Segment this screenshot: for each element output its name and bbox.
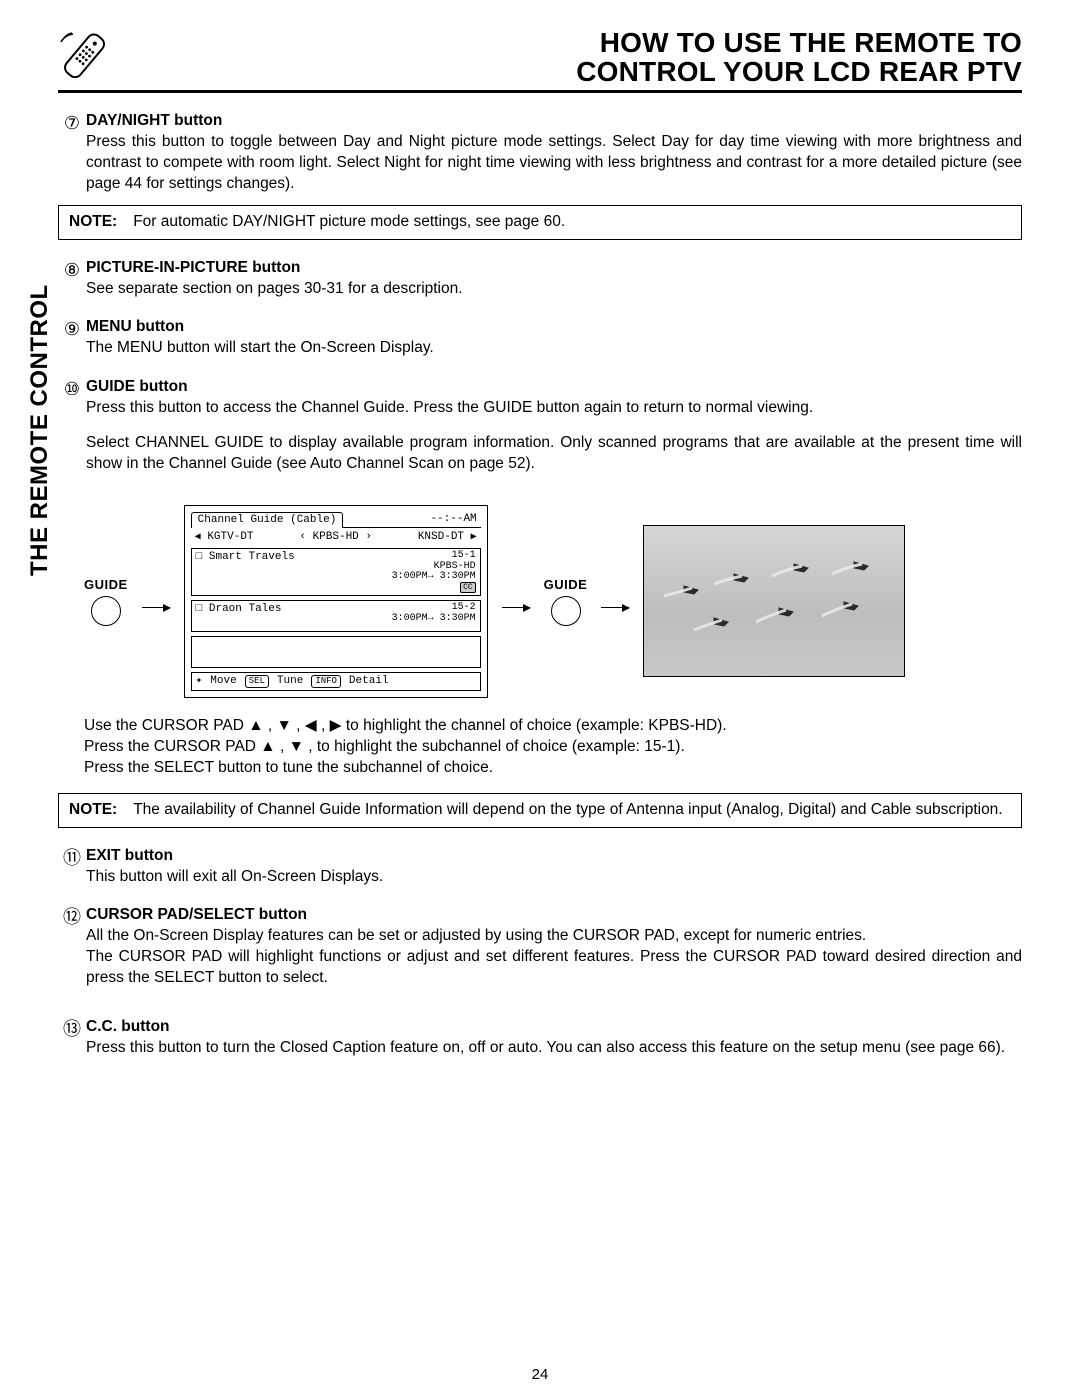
cg-channel-mid: KPBS-HD [313,531,359,543]
item-title-12: CURSOR PAD/SELECT button [86,906,307,923]
item-number-7: ⑦ [58,111,86,195]
item-title-8: PICTURE-IN-PICTURE button [86,259,300,276]
sel-badge-icon: SEL [245,675,269,687]
cg-footer-move: Move [210,675,236,688]
cg-row-empty [191,636,481,668]
instr-l3: Press the SELECT button to tune the subc… [84,758,1022,779]
page-title: HOW TO USE THE REMOTE TO CONTROL YOUR LC… [576,28,1022,87]
item-text-8: See separate section on pages 30-31 for … [86,280,463,297]
arrow-right-icon [142,607,170,609]
guide-button-icon [91,596,121,626]
item-number-9: ⑨ [58,317,86,359]
guide-button-label-right: GUIDE [544,577,588,592]
move-icon: ✦ [196,675,203,688]
cg-row2-end: 3:30PM [440,613,476,624]
item-text-12: All the On-Screen Display features can b… [86,927,1022,986]
cg-row1-end: 3:30PM [440,571,476,582]
triangle-right-icon: ▶ [471,532,477,543]
triangle-left-icon: ◀ [195,532,201,543]
item-title-11: EXIT button [86,847,173,864]
note-box-2: NOTE: The availability of Channel Guide … [58,793,1022,828]
arrow-up-icon: ▲ [260,738,275,755]
item-title-10: GUIDE button [86,378,188,395]
cg-footer-detail: Detail [349,675,389,688]
cursor-instructions: Use the CURSOR PAD ▲ , ▼ , ◀ , ▶ to high… [84,716,1022,779]
title-line-2: CONTROL YOUR LCD REAR PTV [576,57,1022,86]
cg-channel-left: KGTV-DT [207,531,253,543]
cg-footer: ✦ Move SEL Tune INFO Detail [191,672,481,691]
cg-time: --:--AM [430,513,480,526]
guillemet-left-icon: ‹ [299,531,306,543]
arrow-left-icon: ◀ [305,717,317,734]
item-number-13: ⑬ [58,1017,86,1059]
instr-l1b: to highlight the channel of choice (exam… [346,717,727,734]
item-number-11: ⑪ [58,846,86,888]
guide-button-icon [551,596,581,626]
item-text-10a: Press this button to access the Channel … [86,399,813,416]
cg-row1-start: 3:00PM [392,571,428,582]
cg-row1-name: □ Smart Travels [196,551,295,593]
note-label: NOTE: [69,212,117,233]
arrow-right-icon: ▶ [330,717,342,734]
item-text-7: Press this button to toggle between Day … [86,133,1022,192]
instr-l2a: Press the CURSOR PAD [84,738,260,755]
instr-l2b: , to highlight the subchannel of choice … [308,738,685,755]
note-label: NOTE: [69,800,117,821]
tv-preview-image [643,525,905,677]
cg-channel-right: KNSD-DT [418,531,464,543]
cg-row2-name: □ Draon Tales [196,603,282,629]
cg-row-2: □ Draon Tales 15-2 3:00PM→ 3:30PM [191,600,481,632]
item-text-9: The MENU button will start the On-Screen… [86,339,434,356]
item-number-10: ⑩ [58,377,86,475]
sidebar-section-label: THE REMOTE CONTROL [26,284,54,576]
cg-footer-tune: Tune [277,675,303,688]
item-text-11: This button will exit all On-Screen Disp… [86,868,383,885]
cc-chip-icon: CC [460,582,476,593]
cg-row-1: □ Smart Travels 15-1 KPBS-HD 3:00PM→ 3:3… [191,548,481,596]
guide-button-label-left: GUIDE [84,577,128,592]
item-number-12: ⑫ [58,905,86,989]
guillemet-right-icon: › [365,531,372,543]
note-text-1: For automatic DAY/NIGHT picture mode set… [133,212,1011,233]
arrow-right-icon [601,607,629,609]
channel-guide-screen: Channel Guide (Cable) --:--AM ◀ KGTV-DT … [184,505,488,698]
item-text-10b: Select CHANNEL GUIDE to display availabl… [86,434,1022,472]
note-text-2: The availability of Channel Guide Inform… [133,800,1011,821]
title-line-1: HOW TO USE THE REMOTE TO [576,28,1022,57]
item-title-9: MENU button [86,318,184,335]
arrow-right-icon [502,607,530,609]
channel-guide-diagram: GUIDE Channel Guide (Cable) --:--AM ◀ KG… [84,505,1022,698]
info-badge-icon: INFO [311,675,341,687]
note-box-1: NOTE: For automatic DAY/NIGHT picture mo… [58,205,1022,240]
arrow-up-icon: ▲ [248,717,263,734]
cg-row2-start: 3:00PM [392,613,428,624]
page-number: 24 [0,1366,1080,1383]
item-number-8: ⑧ [58,258,86,300]
item-title-7: DAY/NIGHT button [86,112,222,129]
remote-icon [58,28,110,88]
item-title-13: C.C. button [86,1018,170,1035]
item-text-13: Press this button to turn the Closed Cap… [86,1039,1005,1056]
cg-title: Channel Guide (Cable) [191,512,344,528]
instr-l1a: Use the CURSOR PAD [84,717,248,734]
arrow-down-icon: ▼ [289,738,304,755]
arrow-down-icon: ▼ [277,717,292,734]
